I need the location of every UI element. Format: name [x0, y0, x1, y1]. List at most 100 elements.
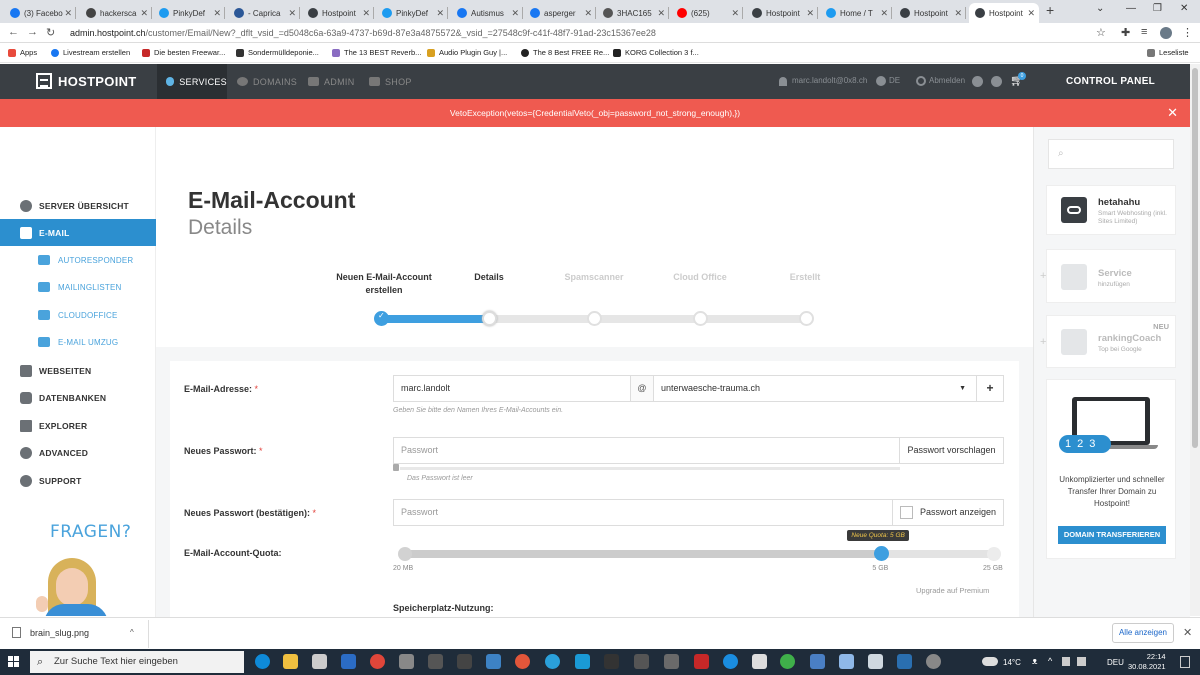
tab-close-icon[interactable]: ✕	[584, 8, 592, 19]
email-local-input[interactable]: marc.landolt	[393, 375, 631, 402]
quota-slider-track[interactable]	[403, 550, 1001, 558]
windows-start-icon[interactable]	[8, 656, 20, 668]
window-close-icon[interactable]: ✕	[1180, 3, 1188, 14]
domain-select[interactable]: unterwaesche-trauma.ch ▼	[653, 375, 977, 402]
taskbar-search-input[interactable]: ⌕ Zur Suche Text hier eingeben	[30, 651, 244, 673]
app-icon[interactable]	[839, 654, 854, 669]
reload-icon[interactable]: ↻	[46, 26, 55, 39]
reading-list[interactable]: Leseliste	[1147, 48, 1189, 57]
telegram-icon[interactable]	[545, 654, 560, 669]
weather-temperature[interactable]: 14°C	[1003, 658, 1021, 667]
extensions-icon[interactable]: ✚	[1121, 26, 1130, 39]
close-icon[interactable]: ✕	[1167, 99, 1178, 127]
tab-close-icon[interactable]: ✕	[288, 8, 296, 19]
nav-domains[interactable]: DOMAINS	[237, 64, 297, 99]
profile-avatar[interactable]	[1160, 27, 1172, 39]
sidebar-item-advanced[interactable]: ADVANCED	[0, 439, 156, 466]
sidebar-item-websites[interactable]: WEBSEITEN	[0, 357, 156, 384]
show-all-downloads-button[interactable]: Alle anzeigen	[1112, 623, 1174, 643]
sidebar-item-server[interactable]: SERVER ÜBERSICHT	[0, 192, 156, 219]
browser-tab[interactable]: (625) ✕	[671, 3, 743, 23]
logout-link[interactable]: Abmelden	[929, 76, 965, 85]
bookmark-item[interactable]: Die besten Freewar...	[142, 48, 225, 57]
suggest-password-button[interactable]: Passwort vorschlagen	[899, 437, 1004, 464]
bookmark-item[interactable]: The 13 BEST Reverb...	[332, 48, 421, 57]
scrollbar-thumb[interactable]	[1192, 68, 1198, 448]
bookmark-item[interactable]: KORG Collection 3 f...	[613, 48, 699, 57]
network-icon[interactable]	[1062, 657, 1070, 666]
close-icon[interactable]: ✕	[1183, 626, 1192, 639]
hostpoint-logo[interactable]: HOSTPOINT	[36, 73, 137, 89]
tab-close-icon[interactable]: ✕	[362, 8, 370, 19]
app-icon[interactable]	[868, 654, 883, 669]
show-password-toggle[interactable]: Passwort anzeigen	[892, 499, 1004, 526]
minimize-icon[interactable]: —	[1126, 3, 1136, 14]
quota-slider-handle[interactable]	[874, 546, 890, 561]
app-icon[interactable]	[486, 654, 501, 669]
show-password-checkbox[interactable]	[900, 506, 913, 519]
domain-transfer-button[interactable]: DOMAIN TRANSFERIEREN	[1058, 526, 1166, 544]
forward-icon[interactable]: →	[27, 26, 38, 38]
tab-close-icon[interactable]: ✕	[213, 8, 221, 19]
browser-tab[interactable]: PinkyDef ✕	[153, 3, 225, 23]
app-icon[interactable]	[723, 654, 738, 669]
browser-menu-icon[interactable]: ⋮	[1182, 26, 1193, 39]
bookmark-item[interactable]: Audio Plugin Guy |...	[427, 48, 507, 57]
app-icon[interactable]	[428, 654, 443, 669]
sidebar-sub-mailinglists[interactable]: MAILINGLISTEN	[38, 277, 122, 297]
sidebar-item-databases[interactable]: DATENBANKEN	[0, 384, 156, 411]
taskbar-clock[interactable]: 22:14 30.08.2021	[1128, 652, 1166, 672]
speaker-icon[interactable]	[1077, 657, 1086, 666]
app-icon[interactable]	[926, 654, 941, 669]
add-service-card[interactable]: + Service hinzufügen	[1040, 249, 1176, 303]
browser-tab[interactable]: asperger ✕	[524, 3, 596, 23]
app-icon[interactable]	[664, 654, 679, 669]
browser-tab[interactable]: 3HAC165 ✕	[597, 3, 669, 23]
sidebar-item-support[interactable]: SUPPORT	[0, 467, 156, 494]
browser-tab[interactable]: Autismus ✕	[451, 3, 523, 23]
bookmark-item[interactable]: Livestream erstellen	[51, 48, 130, 57]
browser-tab[interactable]: Hostpoint ✕	[302, 3, 374, 23]
ubuntu-icon[interactable]	[515, 654, 530, 669]
live-app-icon[interactable]	[457, 654, 472, 669]
user-email[interactable]: marc.landolt@0x8.ch	[792, 76, 867, 85]
sidebar-sub-autoresponder[interactable]: AUTORESPONDER	[38, 250, 133, 270]
chevron-up-icon[interactable]: ^	[1048, 656, 1052, 666]
notification-icon[interactable]	[1180, 656, 1190, 668]
browser-tab[interactable]: Home / T ✕	[820, 3, 892, 23]
app-icon[interactable]	[634, 654, 649, 669]
confirm-password-input[interactable]: Passwort	[393, 499, 893, 526]
tab-close-icon[interactable]: ✕	[731, 8, 739, 19]
chrome-icon[interactable]	[370, 654, 385, 669]
tab-search-icon[interactable]: ⌄	[1096, 3, 1104, 14]
input-language[interactable]: DEU	[1107, 658, 1124, 667]
sidebar-sub-email-move[interactable]: E-MAIL UMZUG	[38, 332, 118, 352]
mail-icon[interactable]	[341, 654, 356, 669]
browser-tab[interactable]: Hostpoint ✕	[894, 3, 966, 23]
bookmark-apps[interactable]: Apps	[8, 48, 37, 57]
tab-close-icon[interactable]: ✕	[140, 8, 148, 19]
nav-shop[interactable]: SHOP	[369, 64, 412, 99]
chevron-up-icon[interactable]: ^	[130, 628, 134, 637]
upgrade-link[interactable]: Upgrade auf Premium	[916, 586, 989, 595]
tab-close-icon[interactable]: ✕	[1027, 8, 1035, 19]
bookmark-item[interactable]: Sondermülldeponie...	[236, 48, 319, 57]
tab-close-icon[interactable]: ✕	[954, 8, 962, 19]
maximize-icon[interactable]: ❐	[1153, 3, 1162, 14]
tab-close-icon[interactable]: ✕	[880, 8, 888, 19]
tab-close-icon[interactable]: ✕	[657, 8, 665, 19]
edge-icon[interactable]	[255, 654, 270, 669]
tab-close-icon[interactable]: ✕	[64, 8, 72, 19]
language-select[interactable]: DE	[889, 76, 900, 85]
settings-icon[interactable]	[991, 76, 1002, 87]
sidebar-item-explorer[interactable]: EXPLORER	[0, 412, 156, 439]
tab-close-icon[interactable]: ✕	[806, 8, 814, 19]
app-icon[interactable]	[752, 654, 767, 669]
browser-tab[interactable]: Hostpoint ✕	[969, 3, 1039, 23]
media-icon[interactable]: ≡	[1141, 26, 1147, 38]
browser-tab[interactable]: - Caprica ✕	[228, 3, 300, 23]
browser-tab[interactable]: Hostpoint ✕	[746, 3, 818, 23]
app-icon[interactable]	[604, 654, 619, 669]
tab-close-icon[interactable]: ✕	[436, 8, 444, 19]
file-explorer-icon[interactable]	[283, 654, 298, 669]
